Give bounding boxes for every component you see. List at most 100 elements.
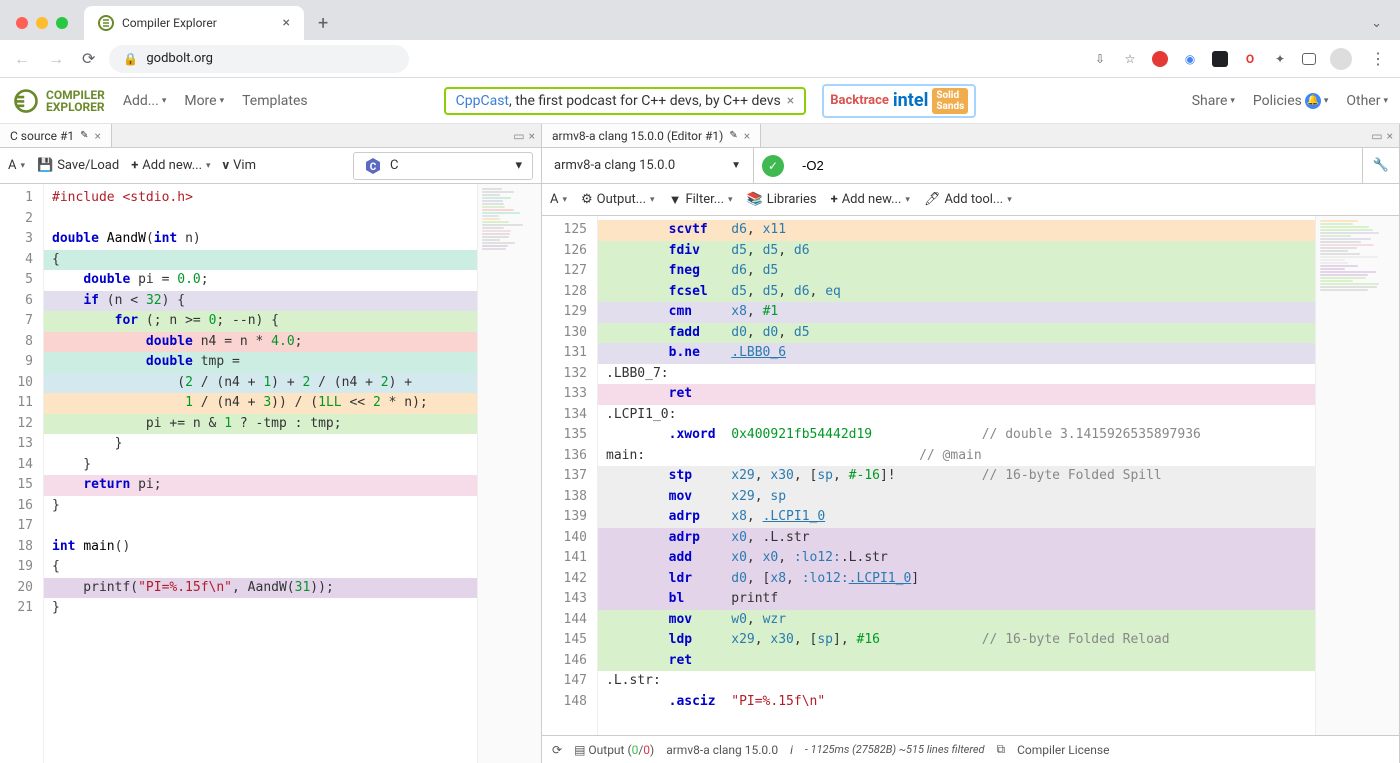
logo-text-top: COMPILER [46,89,105,101]
license-link[interactable]: Compiler License [1017,743,1109,757]
minimize-window-icon[interactable] [36,17,48,29]
browser-tab[interactable]: Compiler Explorer × [84,6,304,40]
source-editor[interactable]: 123456789101112131415161718192021 #inclu… [0,184,541,763]
browser-menu-icon[interactable]: ⋮ [1366,45,1390,72]
asm-add-new-button[interactable]: +Add new...▾ [831,192,910,207]
share-menu[interactable]: Share▾ [1192,93,1235,109]
extensions-icon[interactable]: ✦ [1272,51,1288,67]
globe-ext-icon[interactable]: ◉ [1182,51,1198,67]
output-toggle[interactable]: ▤ Output (0/0) [574,743,654,757]
back-button[interactable]: ← [10,45,34,73]
browser-chrome: Compiler Explorer × + ⌄ ← → ⟳ 🔒 godbolt.… [0,0,1400,78]
language-picker[interactable]: C C ▾ [353,152,533,180]
close-compiler-tab-icon[interactable]: × [744,129,750,143]
info-icon[interactable]: i [790,743,793,757]
opera-ext-icon[interactable]: O [1242,51,1258,67]
add-new-button[interactable]: +Add new...▾ [131,158,210,173]
source-toolbar: A▾ 💾Save/Load +Add new...▾ νVim C C ▾ [0,148,541,184]
pin-icon[interactable]: ✎ [80,130,88,141]
pin-icon[interactable]: ✎ [729,130,737,141]
new-tab-button[interactable]: + [312,13,334,34]
compile-status-icon: ✓ [762,155,784,177]
compiler-pane-tabs: armv8-a clang 15.0.0 (Editor #1) ✎ × ▭ × [542,124,1399,148]
sponsor-banner[interactable]: CppCast, the first podcast for C++ devs,… [444,87,807,115]
font-size-button[interactable]: A▾ [8,158,25,173]
bookmark-star-icon[interactable]: ☆ [1122,51,1138,67]
save-load-button[interactable]: 💾Save/Load [37,158,119,173]
pane-maximize-icon[interactable]: ▭ [1371,129,1382,143]
gear-icon: ⚙ [581,192,593,207]
reload-asm-icon[interactable]: ⟳ [552,743,562,757]
source-tab[interactable]: C source #1 ✎ × [0,124,112,147]
sponsor-close-icon[interactable]: × [787,93,794,109]
install-icon[interactable]: ⇩ [1092,51,1108,67]
vim-toggle[interactable]: νVim [223,158,256,173]
address-bar: ← → ⟳ 🔒 godbolt.org ⇩ ☆ ◉ O ✦ ⋮ [0,40,1400,78]
asm-font-button[interactable]: A▾ [550,192,567,207]
source-minimap[interactable] [477,184,541,763]
tabs-dropdown-icon[interactable]: ⌄ [1361,16,1392,31]
extension-icons: ⇩ ☆ ◉ O ✦ ⋮ [1092,45,1390,72]
pane-maximize-icon[interactable]: ▭ [513,129,524,143]
funnel-icon: ▼ [669,192,682,208]
app-header: COMPILEREXPLORER Add...▾ More▾ Templates… [0,78,1400,124]
compiler-name: armv8-a clang 15.0.0 [554,158,675,173]
window-controls [8,17,76,29]
sponsor-link[interactable]: CppCast [456,93,509,109]
compiler-tab[interactable]: armv8-a clang 15.0.0 (Editor #1) ✎ × [542,124,761,147]
url-text: godbolt.org [146,51,213,66]
reload-button[interactable]: ⟳ [78,45,99,72]
pane-close-icon[interactable]: × [529,129,535,143]
source-code[interactable]: #include <stdio.h> double AandW(int n){ … [44,184,477,763]
compiler-status-bar: ⟳ ▤ Output (0/0) armv8-a clang 15.0.0 i … [542,735,1399,763]
url-input[interactable]: 🔒 godbolt.org [109,45,409,73]
compiler-options-button[interactable]: 🔧 [1362,148,1399,183]
wand-icon: 🖊 [924,192,941,207]
tab-strip: Compiler Explorer × + ⌄ [0,0,1400,40]
profile-avatar[interactable] [1330,48,1352,70]
asm-code[interactable]: scvtf d6, x11 fdiv d5, d5, d6 fneg d6, d… [598,216,1315,735]
svg-text:C: C [370,162,377,173]
stats-icon[interactable]: ⧉ [997,742,1006,757]
tab-title: Compiler Explorer [122,16,275,30]
add-menu[interactable]: Add...▾ [123,93,167,109]
status-timing: - 1125ms (27582B) ~515 lines filtered [805,743,985,756]
sponsor-text: , the first podcast for C++ devs, by C++… [509,93,781,109]
save-icon: 💾 [37,158,53,173]
pane-close-icon[interactable]: × [1387,129,1393,143]
other-menu[interactable]: Other▾ [1346,93,1388,109]
asm-minimap[interactable] [1315,216,1399,735]
lock-icon: 🔒 [123,52,138,66]
compiler-flags-input[interactable] [792,148,1362,183]
source-pane: C source #1 ✎ × ▭ × A▾ 💾Save/Load +Add n… [0,124,542,763]
output-button[interactable]: ⚙Output...▾ [581,192,655,207]
record-icon[interactable] [1152,51,1168,67]
logo-icon [12,87,40,115]
bell-icon: 🔔 [1305,93,1321,109]
compiler-toolbar: A▾ ⚙Output...▾ ▼Filter...▾ 📚Libraries +A… [542,184,1399,216]
source-tab-label: C source #1 [10,129,74,143]
maximize-window-icon[interactable] [56,17,68,29]
sponsor-logos[interactable]: Backtrace intel SolidSands [822,84,976,118]
more-menu[interactable]: More▾ [184,93,224,109]
compiler-picker[interactable]: armv8-a clang 15.0.0 ▼ [542,148,754,183]
policies-menu[interactable]: Policies🔔▾ [1253,93,1328,109]
language-label: C [390,158,398,173]
sidepanel-icon[interactable] [1302,53,1316,65]
templates-menu[interactable]: Templates [242,93,308,109]
add-tool-button[interactable]: 🖊Add tool...▾ [924,192,1012,207]
forward-button[interactable]: → [44,45,68,73]
favicon-icon [98,15,114,31]
intel-logo: intel [893,90,928,111]
asm-editor[interactable]: 1251261271281291301311321331341351361371… [542,216,1399,735]
filter-button[interactable]: ▼Filter...▾ [669,192,733,208]
close-window-icon[interactable] [16,17,28,29]
logo[interactable]: COMPILEREXPLORER [12,87,105,115]
close-source-tab-icon[interactable]: × [95,129,101,143]
close-tab-icon[interactable]: × [283,15,290,31]
terminal-ext-icon[interactable] [1212,51,1228,67]
c-lang-icon: C [364,157,382,175]
libraries-button[interactable]: 📚Libraries [747,192,817,207]
workspace: C source #1 ✎ × ▭ × A▾ 💾Save/Load +Add n… [0,124,1400,763]
book-icon: 📚 [747,192,763,207]
